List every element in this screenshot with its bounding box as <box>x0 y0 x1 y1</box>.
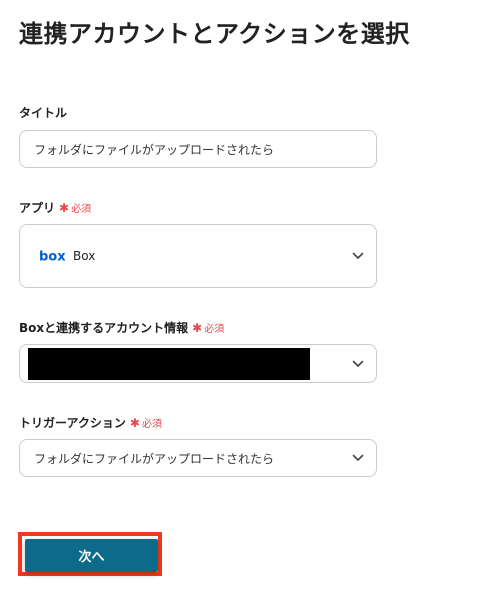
chevron-down-icon <box>352 454 364 461</box>
page-title: 連携アカウントとアクションを選択 <box>19 20 410 48</box>
required-mark: ✱ <box>129 415 140 430</box>
next-button[interactable]: 次へ <box>25 539 158 572</box>
chevron-down-icon <box>352 252 364 259</box>
account-label: Boxと連携するアカウント情報 ✱ 必須 <box>19 319 224 336</box>
chevron-down-icon <box>352 360 364 367</box>
redacted-account-value <box>28 348 310 380</box>
account-select[interactable] <box>19 344 377 383</box>
title-label: タイトル <box>19 104 67 121</box>
app-select-value: Box <box>73 249 96 263</box>
trigger-label-text: トリガーアクション <box>19 416 126 430</box>
app-required-badge: ✱ 必須 <box>59 200 92 216</box>
title-input[interactable]: フォルダにファイルがアップロードされたら <box>19 130 377 168</box>
trigger-action-value: フォルダにファイルがアップロードされたら <box>34 451 275 466</box>
trigger-action-select[interactable]: フォルダにファイルがアップロードされたら <box>19 439 377 477</box>
app-select[interactable]: box Box <box>19 224 377 288</box>
title-label-text: タイトル <box>19 106 68 120</box>
box-logo-text: box <box>39 250 65 264</box>
trigger-required-badge: ✱ 必須 <box>129 415 162 431</box>
required-mark: ✱ <box>192 320 203 335</box>
account-label-text: Boxと連携するアカウント情報 <box>19 321 189 335</box>
required-text: 必須 <box>71 204 92 215</box>
trigger-label: トリガーアクション ✱ 必須 <box>19 414 162 431</box>
app-label-text: アプリ <box>19 201 56 215</box>
required-text: 必須 <box>204 324 225 335</box>
required-mark: ✱ <box>59 200 70 215</box>
account-required-badge: ✱ 必須 <box>192 320 225 336</box>
page: 連携アカウントとアクションを選択 タイトル フォルダにファイルがアップロードされ… <box>0 0 488 607</box>
app-label: アプリ ✱ 必須 <box>19 199 91 216</box>
required-text: 必須 <box>141 419 162 430</box>
title-input-value: フォルダにファイルがアップロードされたら <box>34 142 275 157</box>
box-logo-icon: box <box>39 250 65 264</box>
